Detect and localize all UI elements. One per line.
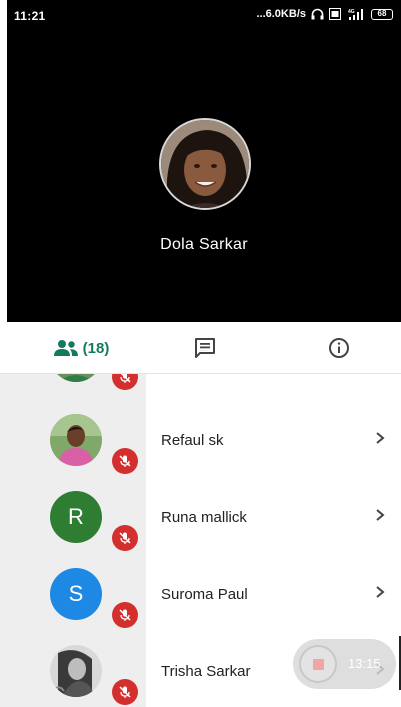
mic-off-icon <box>119 609 131 621</box>
tab-info[interactable] <box>314 322 364 374</box>
muted-badge <box>112 679 138 705</box>
mic-off-icon <box>120 374 131 383</box>
recording-time: 13:15 <box>348 656 381 671</box>
participant-name: Trisha Sarkar <box>161 663 251 680</box>
info-icon <box>329 338 349 358</box>
status-bar: 11:21 ...6.0KB/s 4G 68 <box>7 0 401 30</box>
mic-off-icon <box>119 532 131 544</box>
chevron-right-icon[interactable] <box>374 585 386 599</box>
list-item[interactable]: Refaul sk <box>0 402 401 479</box>
tab-bar: (18) <box>0 322 401 374</box>
participant-name: Suroma Paul <box>161 586 248 603</box>
speaker-name: Dola Sarkar <box>160 236 248 253</box>
speaker-avatar <box>159 118 251 210</box>
participant-avatar: S <box>50 568 102 620</box>
stop-recording-button[interactable] <box>299 645 337 683</box>
participant-name: Refaul sk <box>161 432 224 449</box>
people-icon <box>53 340 78 356</box>
network-type: 4G <box>348 9 355 15</box>
chevron-right-icon[interactable] <box>374 508 386 522</box>
mic-off-icon <box>119 686 131 698</box>
tab-chat[interactable] <box>180 322 230 374</box>
chat-icon <box>195 338 215 358</box>
recording-pill[interactable]: 13:15 <box>293 639 396 689</box>
chevron-right-icon[interactable] <box>374 431 386 445</box>
video-area[interactable]: 11:21 ...6.0KB/s 4G 68 Dola Sarkar <box>7 0 401 322</box>
status-time: 11:21 <box>14 9 46 23</box>
participant-avatar: R <box>50 491 102 543</box>
battery-icon: 68 <box>371 8 393 20</box>
volte-icon <box>329 8 341 20</box>
status-icons: ...6.0KB/s 4G 68 <box>256 8 393 20</box>
participant-count: (18) <box>82 339 110 357</box>
stop-icon <box>313 659 324 670</box>
list-item[interactable]: S Suroma Paul <box>0 556 401 633</box>
participant-avatar <box>50 414 102 466</box>
network-speed: ...6.0KB/s <box>256 8 306 20</box>
tab-people[interactable]: (18) <box>36 322 126 374</box>
list-item[interactable] <box>0 374 401 395</box>
muted-badge <box>112 448 138 474</box>
muted-badge <box>112 525 138 551</box>
participant-name: Runa mallick <box>161 509 247 526</box>
mic-off-icon <box>119 455 131 467</box>
participant-avatar <box>50 645 102 697</box>
participant-avatar <box>50 374 102 382</box>
signal-icon: 4G <box>348 9 363 20</box>
list-item[interactable]: R Runa mallick <box>0 479 401 556</box>
muted-badge <box>112 374 138 390</box>
headphones-icon <box>311 8 324 20</box>
muted-badge <box>112 602 138 628</box>
